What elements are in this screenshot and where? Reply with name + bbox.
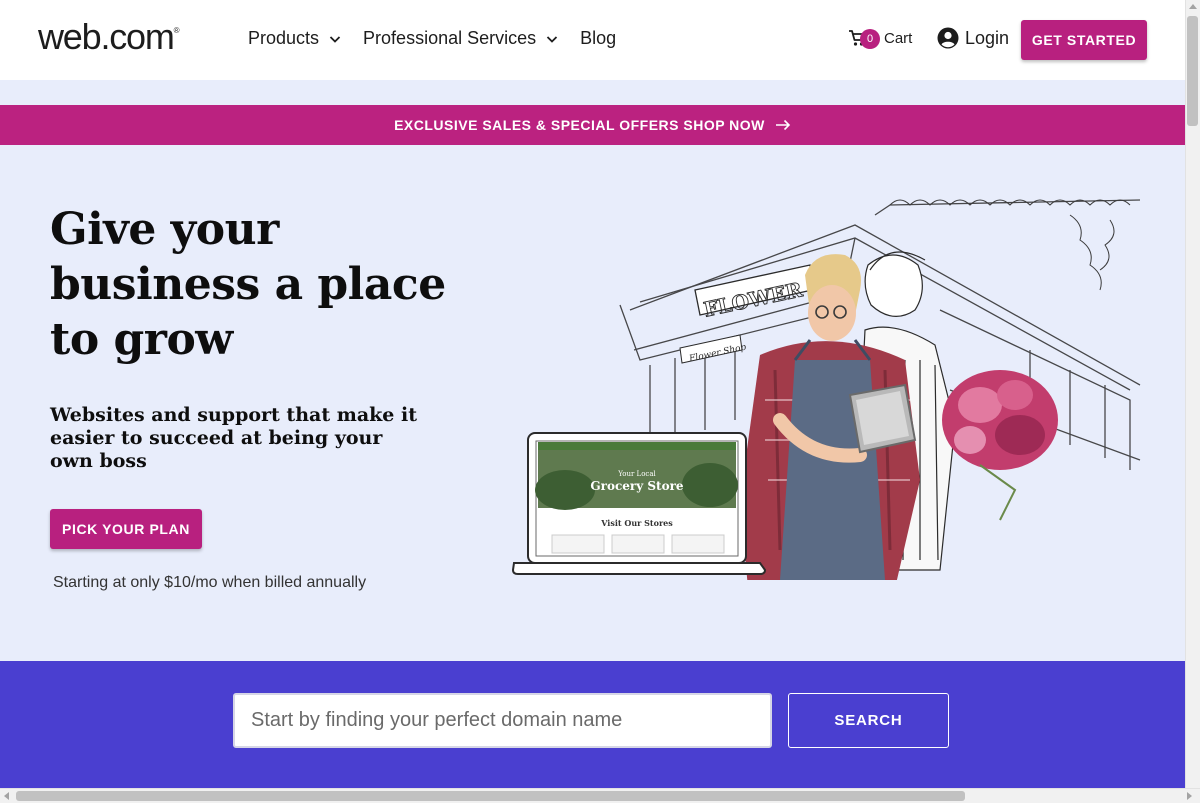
scroll-right-arrow-icon[interactable] xyxy=(1187,792,1192,800)
nav-professional-services-label: Professional Services xyxy=(363,28,537,48)
site-logo[interactable]: web.com® xyxy=(38,16,180,58)
svg-text:Grocery Store: Grocery Store xyxy=(590,479,684,493)
vertical-scroll-thumb[interactable] xyxy=(1187,16,1198,126)
hero-subtitle: Websites and support that make it easier… xyxy=(50,404,418,472)
svg-text:Your Local: Your Local xyxy=(617,470,656,478)
horizontal-scroll-thumb[interactable] xyxy=(16,791,965,801)
scroll-up-arrow-icon[interactable] xyxy=(1189,4,1197,9)
chevron-down-icon xyxy=(546,35,558,43)
domain-search-input[interactable] xyxy=(233,693,772,748)
chevron-down-icon xyxy=(329,35,341,43)
pick-your-plan-button[interactable]: PICK YOUR PLAN xyxy=(50,509,202,549)
login-label: Login xyxy=(965,27,1010,48)
cart-count-badge: 0 xyxy=(860,29,880,49)
promo-banner[interactable]: EXCLUSIVE SALES & SPECIAL OFFERS SHOP NO… xyxy=(0,105,1185,145)
login-link[interactable]: Login xyxy=(937,27,1009,49)
price-note: Starting at only $10/mo when billed annu… xyxy=(53,574,367,591)
nav-products[interactable]: Products xyxy=(248,28,341,49)
arrow-right-icon xyxy=(775,119,791,131)
nav-products-label: Products xyxy=(248,28,320,48)
page-viewport: web.com® Products Professional Services … xyxy=(0,0,1185,788)
scroll-left-arrow-icon[interactable] xyxy=(4,792,9,800)
nav-blog-label: Blog xyxy=(580,28,617,48)
hero-title: Give your business a place to grow xyxy=(50,204,446,365)
svg-text:Visit Our Stores: Visit Our Stores xyxy=(600,518,673,528)
user-circle-icon xyxy=(937,27,959,49)
flower-bouquet xyxy=(942,370,1058,521)
nav-professional-services[interactable]: Professional Services xyxy=(363,28,558,49)
promo-text: EXCLUSIVE SALES & SPECIAL OFFERS SHOP NO… xyxy=(394,117,765,133)
cart-label[interactable]: Cart xyxy=(884,30,912,47)
laptop-mockup: Your Local Grocery Store Visit Our Store… xyxy=(511,432,767,575)
nav-blog[interactable]: Blog xyxy=(580,28,616,49)
site-header: web.com® Products Professional Services … xyxy=(0,0,1185,80)
main-nav: Products Professional Services Blog xyxy=(248,28,638,49)
get-started-button[interactable]: GET STARTED xyxy=(1021,20,1147,60)
domain-search-button[interactable]: SEARCH xyxy=(788,693,949,748)
hero-illustration: FLOWER Flower Shop Your Local Grocery St… xyxy=(511,199,1141,580)
